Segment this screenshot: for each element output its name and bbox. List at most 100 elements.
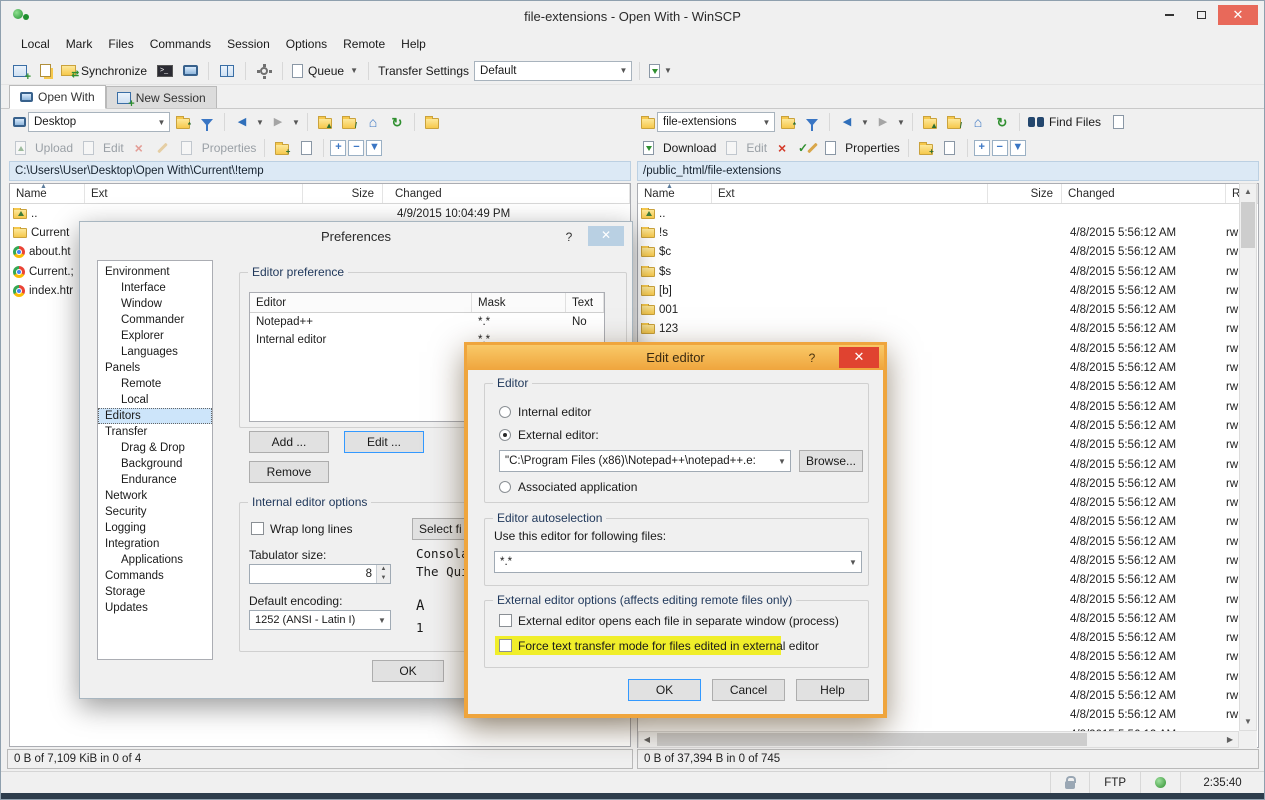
- pref-tree-endurance[interactable]: Endurance: [98, 472, 212, 488]
- file-row[interactable]: 0014/8/2015 5:56:12 AMrw: [638, 300, 1258, 319]
- pref-tree-integration[interactable]: Integration: [98, 536, 212, 552]
- edit-button[interactable]: [720, 137, 742, 159]
- right-path-bar[interactable]: /public_html/file-extensions: [637, 161, 1259, 181]
- title-bar[interactable]: file-extensions - Open With - WinSCP ✕: [1, 1, 1264, 31]
- pref-tree-storage[interactable]: Storage: [98, 584, 212, 600]
- console-button[interactable]: >_: [154, 60, 176, 82]
- column-header-name[interactable]: Name: [638, 184, 712, 203]
- unselect-all-button[interactable]: −: [348, 140, 364, 156]
- horizontal-scrollbar[interactable]: ◀ ▶: [638, 731, 1239, 748]
- back-button[interactable]: ◀: [836, 111, 858, 133]
- pref-tree-editors[interactable]: Editors: [98, 408, 212, 424]
- protocol-cell[interactable]: FTP: [1089, 772, 1140, 793]
- back-history-chevron[interactable]: ▼: [860, 118, 870, 127]
- pref-tree-commands[interactable]: Commands: [98, 568, 212, 584]
- new-directory-button[interactable]: +: [271, 137, 293, 159]
- parent-directory-button[interactable]: ▲: [919, 111, 941, 133]
- menu-commands[interactable]: Commands: [142, 33, 219, 55]
- back-history-chevron[interactable]: ▼: [255, 118, 265, 127]
- menu-remote[interactable]: Remote: [335, 33, 393, 55]
- preferences-title-bar[interactable]: Preferences: [80, 222, 632, 250]
- chevron-down-icon[interactable]: ▼: [349, 66, 359, 75]
- forward-history-chevron[interactable]: ▼: [896, 118, 906, 127]
- maximize-button[interactable]: [1186, 5, 1216, 25]
- external-editor-radio[interactable]: [499, 429, 511, 441]
- file-row[interactable]: ..: [638, 204, 1258, 223]
- column-header-size[interactable]: Size: [303, 184, 383, 203]
- file-row[interactable]: 1234/8/2015 5:56:12 AMrw: [638, 320, 1258, 339]
- pref-tree-security[interactable]: Security: [98, 504, 212, 520]
- select-all-button[interactable]: +: [974, 140, 990, 156]
- column-header-ext[interactable]: Ext: [712, 184, 988, 203]
- menu-files[interactable]: Files: [100, 33, 141, 55]
- separate-window-checkbox[interactable]: [499, 614, 512, 627]
- mask-column[interactable]: Mask: [472, 293, 566, 312]
- pref-tree-environment[interactable]: Environment: [98, 264, 212, 280]
- tabulator-size-spinner[interactable]: 8 ▲▼: [249, 564, 391, 584]
- scroll-down-arrow[interactable]: ▼: [1240, 714, 1256, 730]
- scrollbar-thumb[interactable]: [1241, 202, 1255, 248]
- browse-button[interactable]: Browse...: [799, 450, 863, 472]
- left-path-bar[interactable]: C:\Users\User\Desktop\Open With\Current\…: [9, 161, 631, 181]
- cancel-button[interactable]: Cancel: [712, 679, 785, 701]
- upload-button[interactable]: [9, 137, 31, 159]
- delete-button[interactable]: ×: [128, 137, 150, 159]
- column-header-changed[interactable]: Changed: [1062, 184, 1226, 203]
- delete-button[interactable]: ×: [771, 137, 793, 159]
- text-column[interactable]: Text: [566, 293, 604, 312]
- commander-view-button[interactable]: [216, 60, 238, 82]
- pref-tree-drag-drop[interactable]: Drag & Drop: [98, 440, 212, 456]
- spinner-buttons[interactable]: ▲▼: [376, 565, 390, 583]
- transfer-settings-combo[interactable]: Default ▼: [474, 61, 632, 81]
- duplicate-session-button[interactable]: [34, 60, 56, 82]
- left-location-combo[interactable]: Desktop ▼: [28, 112, 170, 132]
- column-header-name[interactable]: Name: [10, 184, 85, 203]
- pref-tree-applications[interactable]: Applications: [98, 552, 212, 568]
- open-directory-button[interactable]: *: [172, 111, 194, 133]
- forward-button[interactable]: ▶: [872, 111, 894, 133]
- column-header-ext[interactable]: Ext: [85, 184, 303, 203]
- connection-cell[interactable]: [1140, 772, 1180, 793]
- menu-session[interactable]: Session: [219, 33, 278, 55]
- help-button[interactable]: ?: [801, 348, 823, 368]
- tab-new-session[interactable]: New Session: [106, 86, 217, 108]
- force-text-mode-checkbox[interactable]: [499, 639, 512, 652]
- pref-tree-logging[interactable]: Logging: [98, 520, 212, 536]
- session-color-button[interactable]: ▼: [647, 60, 675, 82]
- new-file-button[interactable]: [295, 137, 317, 159]
- queue-button[interactable]: Queue ▼: [290, 60, 361, 82]
- preferences-button[interactable]: [253, 60, 275, 82]
- selection-filter-button[interactable]: ▼: [1010, 140, 1026, 156]
- unselect-all-button[interactable]: −: [992, 140, 1008, 156]
- refresh-button[interactable]: ↻: [991, 111, 1013, 133]
- properties-button[interactable]: [819, 137, 841, 159]
- minimize-button[interactable]: [1154, 5, 1184, 25]
- close-button[interactable]: ✕: [1218, 5, 1258, 25]
- pref-tree-panels[interactable]: Panels: [98, 360, 212, 376]
- file-row[interactable]: $c4/8/2015 5:56:12 AMrw: [638, 243, 1258, 262]
- select-all-button[interactable]: +: [330, 140, 346, 156]
- pref-tree-updates[interactable]: Updates: [98, 600, 212, 616]
- synchronize-button[interactable]: Synchronize: [59, 60, 151, 82]
- home-directory-button[interactable]: ⌂: [967, 111, 989, 133]
- menu-options[interactable]: Options: [278, 33, 335, 55]
- root-directory-button[interactable]: /: [943, 111, 965, 133]
- associated-application-radio[interactable]: [499, 481, 511, 493]
- security-cell[interactable]: [1050, 772, 1089, 793]
- pref-tree-languages[interactable]: Languages: [98, 344, 212, 360]
- editor-column[interactable]: Editor: [250, 293, 472, 312]
- root-directory-button[interactable]: /: [338, 111, 360, 133]
- download-button[interactable]: [637, 137, 659, 159]
- new-session-tab-button[interactable]: [9, 60, 31, 82]
- file-row[interactable]: [b]4/8/2015 5:56:12 AMrw: [638, 281, 1258, 300]
- new-directory-button[interactable]: +: [915, 137, 937, 159]
- close-icon[interactable]: ✕: [839, 347, 879, 368]
- edit-button[interactable]: [77, 137, 99, 159]
- pref-tree-local[interactable]: Local: [98, 392, 212, 408]
- pref-tree-background[interactable]: Background: [98, 456, 212, 472]
- scroll-left-arrow[interactable]: ◀: [639, 732, 655, 747]
- remove-button[interactable]: Remove: [249, 461, 329, 483]
- edit-button[interactable]: Edit ...: [344, 431, 424, 453]
- column-header-size[interactable]: Size: [988, 184, 1062, 203]
- pref-tree-remote[interactable]: Remote: [98, 376, 212, 392]
